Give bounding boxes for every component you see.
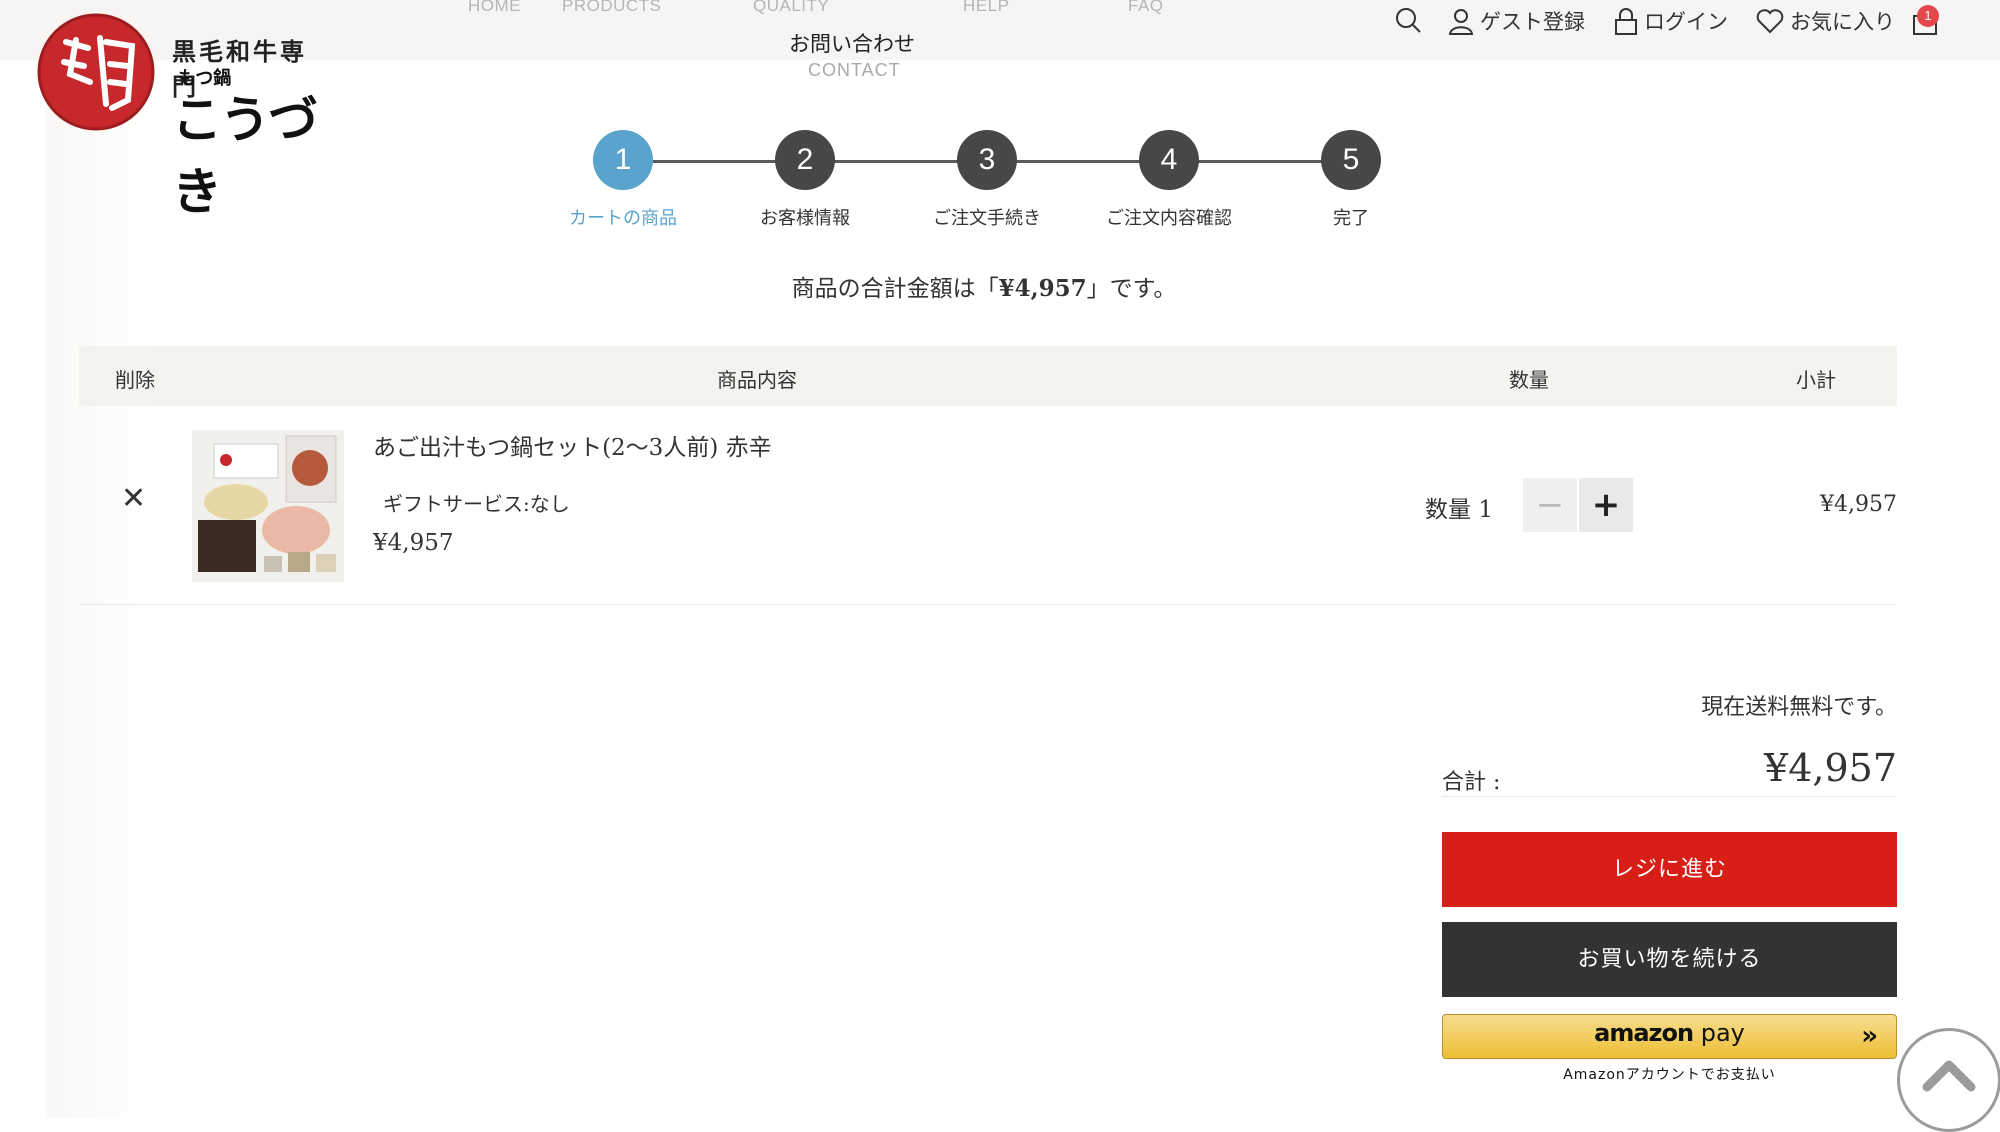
continue-shopping-button[interactable]: お買い物を続ける <box>1442 922 1897 997</box>
table-row: ✕ あご出汁もつ鍋セット(2〜3人前) 赤辛 ギフトサービス:なし ¥4,957… <box>79 406 1897 605</box>
total-label: 合計 : <box>1442 770 1501 795</box>
amazon-pay-caption: Amazonアカウントでお支払い <box>1563 1067 1776 1083</box>
header-content: 商品内容 <box>717 368 797 392</box>
quantity-label: 数量 <box>1425 497 1471 523</box>
favorites-label: お気に入り <box>1790 10 1895 34</box>
step-label: カートの商品 <box>569 208 677 228</box>
guest-register-link[interactable]: ゲスト登録 <box>1448 6 1585 36</box>
back-to-top-button[interactable] <box>1897 1028 2000 1132</box>
nav-faq[interactable]: FAQ <box>1128 0 1164 16</box>
gift-service-text: ギフトサービス:なし <box>383 492 570 516</box>
step-number: 5 <box>1321 130 1381 190</box>
cart-count-badge: 1 <box>1917 5 1939 27</box>
nav-help[interactable]: HELP <box>963 0 1009 16</box>
nav-contact-en: CONTACT <box>808 60 901 80</box>
heart-icon <box>1756 9 1784 34</box>
step-label: お客様情報 <box>760 208 850 228</box>
header-delete: 削除 <box>115 368 155 392</box>
product-photo-icon <box>192 430 344 582</box>
search-icon <box>1396 8 1421 33</box>
product-price: ¥4,957 <box>373 530 454 556</box>
step-complete: 5 完了 <box>1261 130 1441 230</box>
chevron-up-icon <box>1922 1060 1976 1092</box>
free-shipping-note: 現在送料無料です。 <box>1701 695 1897 720</box>
site-logo[interactable]: 黒毛和牛専門 もつ鍋 こうづき <box>36 12 326 221</box>
step-number: 2 <box>775 130 835 190</box>
step-number: 1 <box>593 130 653 190</box>
step-order-confirm: 4 ご注文内容確認 <box>1079 130 1259 230</box>
search-button[interactable] <box>1394 6 1422 34</box>
cart-total-message: 商品の合計金額は「¥4,957」です。 <box>0 269 1968 303</box>
logo-main-text: こうづき <box>172 90 318 221</box>
product-name-link[interactable]: あご出汁もつ鍋セット(2〜3人前) 赤辛 <box>373 428 772 462</box>
total-value: ¥4,957 <box>1764 746 1897 790</box>
quantity-decrease-button[interactable]: − <box>1523 478 1577 532</box>
checkout-button[interactable]: レジに進む <box>1442 832 1897 907</box>
step-number: 4 <box>1139 130 1199 190</box>
header-quantity: 数量 <box>1509 368 1549 392</box>
amazon-pay-logo: amazon pay <box>1443 1019 1896 1047</box>
header-subtotal: 小計 <box>1796 368 1836 392</box>
total-message-prefix: 商品の合計金額は「 <box>791 276 999 302</box>
product-image[interactable] <box>192 430 344 582</box>
guest-register-label: ゲスト登録 <box>1480 10 1585 34</box>
order-total-row: 合計 : ¥4,957 <box>1442 740 1897 797</box>
step-cart: 1 カートの商品 <box>533 130 713 230</box>
nav-products[interactable]: PRODUCTS <box>562 0 661 16</box>
lock-icon <box>1615 8 1637 35</box>
step-order-procedure: 3 ご注文手続き <box>897 130 1077 230</box>
step-customer-info: 2 お客様情報 <box>715 130 895 230</box>
remove-item-button[interactable]: ✕ <box>121 484 146 514</box>
total-message-suffix: 」です。 <box>1086 276 1177 302</box>
amazon-brand: amazon <box>1594 1019 1694 1047</box>
step-label: ご注文手続き <box>933 208 1041 228</box>
login-label: ログイン <box>1644 10 1728 34</box>
nav-home[interactable]: HOME <box>468 0 521 16</box>
row-subtotal: ¥4,957 <box>1820 492 1897 517</box>
nav-contact[interactable]: お問い合わせ <box>789 28 915 58</box>
seal-logo-icon <box>37 13 155 131</box>
quantity-increase-button[interactable]: + <box>1579 478 1633 532</box>
amazon-pay-word: pay <box>1693 1019 1745 1047</box>
amazon-pay-button[interactable]: amazon pay » <box>1442 1014 1897 1059</box>
step-number: 3 <box>957 130 1017 190</box>
step-label: 完了 <box>1333 208 1369 228</box>
quantity-display: 数量 1 <box>1425 490 1493 524</box>
double-chevron-right-icon: » <box>1861 1021 1878 1051</box>
quantity-value: 1 <box>1478 497 1493 523</box>
login-link[interactable]: ログイン <box>1614 6 1728 36</box>
user-icon <box>1448 9 1474 35</box>
cart-table-header: 削除 商品内容 数量 小計 <box>79 346 1897 406</box>
nav-quality[interactable]: QUALITY <box>753 0 829 16</box>
total-message-amount: ¥4,957 <box>998 275 1087 302</box>
step-label: ご注文内容確認 <box>1106 208 1232 228</box>
favorites-link[interactable]: お気に入り <box>1756 6 1895 36</box>
